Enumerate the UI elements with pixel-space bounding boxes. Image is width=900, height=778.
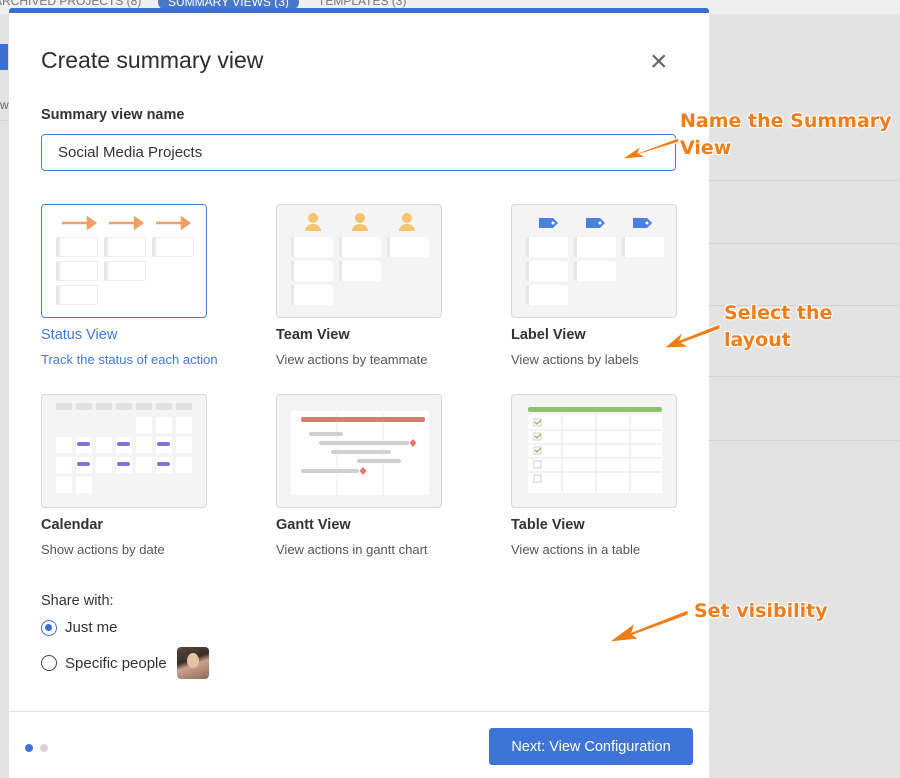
next-view-configuration-button[interactable]: Next: View Configuration <box>489 728 693 765</box>
calendar-view-card[interactable]: Calendar Show actions by date <box>41 394 207 557</box>
gantt-view-description: View actions in gantt chart <box>276 542 428 557</box>
team-view-description: View actions by teammate <box>276 352 428 367</box>
gantt-view-name: Gantt View <box>276 517 351 533</box>
annotation-set-visibility: Set visibility <box>694 600 828 622</box>
tab-templates[interactable]: TEMPLATES (3) <box>318 0 406 8</box>
summary-view-name-label: Summary view name <box>41 107 185 123</box>
person-icon <box>305 213 415 231</box>
status-view-description: Track the status of each action <box>41 352 218 367</box>
background-divider <box>0 120 9 121</box>
footer-divider <box>9 711 709 712</box>
table-view-name: Table View <box>511 517 585 533</box>
share-specific-people-radio[interactable]: Specific people <box>41 647 209 679</box>
team-view-name: Team View <box>276 327 350 343</box>
radio-selected-icon <box>41 619 57 636</box>
gantt-chart-icon <box>291 411 429 495</box>
status-view-card[interactable]: Status View Track the status of each act… <box>41 204 218 367</box>
background-left-text: w <box>0 98 9 112</box>
close-icon[interactable]: × <box>650 47 668 77</box>
annotation-select-layout: Select the layout <box>724 302 833 351</box>
radio-unselected-icon <box>41 655 57 671</box>
dialog-title: Create summary view <box>41 47 264 73</box>
team-view-card[interactable]: Team View View actions by teammate <box>276 204 442 367</box>
pager-dot-active <box>25 744 33 752</box>
tag-icon <box>539 218 652 228</box>
avatar[interactable] <box>176 647 209 679</box>
annotation-arrow-icon <box>662 323 721 349</box>
label-view-card[interactable]: Label View View actions by labels <box>511 204 677 367</box>
calendar-thumbnail <box>41 394 207 508</box>
pager-dot <box>40 744 48 752</box>
table-thumbnail <box>511 394 677 508</box>
annotation-arrow-icon <box>620 137 680 160</box>
calendar-grid-icon <box>56 403 192 493</box>
tab-archived-projects[interactable]: ARCHIVED PROJECTS (8) <box>0 0 141 8</box>
calendar-view-description: Show actions by date <box>41 542 165 557</box>
status-view-name: Status View <box>41 327 118 343</box>
gantt-thumbnail <box>276 394 442 508</box>
label-view-thumbnail <box>511 204 677 318</box>
table-view-card[interactable]: Table View View actions in a table <box>511 394 677 557</box>
background-divider <box>709 180 900 181</box>
share-option-label: Specific people <box>65 654 167 672</box>
table-view-description: View actions in a table <box>511 542 641 557</box>
share-option-label: Just me <box>65 619 118 636</box>
gantt-view-card[interactable]: Gantt View View actions in gantt chart <box>276 394 442 557</box>
label-view-name: Label View <box>511 327 586 343</box>
annotation-arrow-icon <box>607 609 689 643</box>
background-left-button <box>0 44 8 70</box>
background-divider <box>709 376 900 377</box>
calendar-view-name: Calendar <box>41 517 104 533</box>
label-view-description: View actions by labels <box>511 352 639 367</box>
background-divider <box>709 440 900 441</box>
annotation-name-view: Name the Summary View <box>680 110 892 159</box>
background-divider <box>709 243 900 244</box>
team-view-thumbnail <box>276 204 442 318</box>
share-just-me-radio[interactable]: Just me <box>41 619 118 636</box>
share-with-label: Share with: <box>41 593 114 609</box>
status-view-thumbnail <box>41 204 207 318</box>
table-grid-icon <box>528 407 662 493</box>
create-summary-view-dialog: Create summary view × Summary view name … <box>9 8 709 778</box>
summary-view-name-input[interactable] <box>41 134 676 171</box>
arrow-right-icon <box>62 215 192 231</box>
